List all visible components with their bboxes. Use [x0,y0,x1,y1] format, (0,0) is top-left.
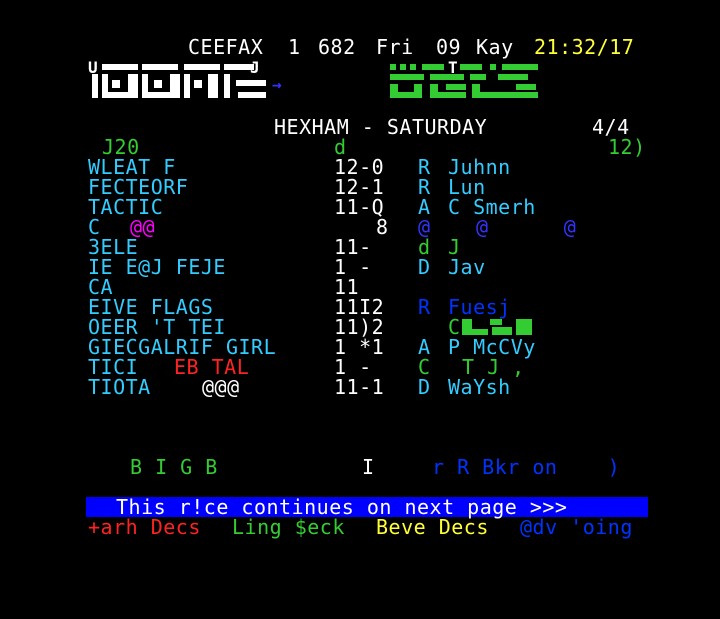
index-mid: I [362,455,375,479]
runner-jockey: Fuesj [448,295,511,319]
runner-code: R [418,155,431,179]
runner-jockey: T J , [462,355,525,379]
runner-name: TICI [88,355,139,379]
runner-row: TACTIC 11-Q A C Smerh [0,197,720,217]
runner-row: C @@ 8 @ @ @ [0,217,720,237]
runner-row: FECTEORF 12-1 R Lun [0,177,720,197]
runner-name: EIVE FLAGS [88,295,214,319]
runner-name: TACTIC [88,195,164,219]
runner-odds: 11 [334,275,360,299]
day: Fri [376,35,414,59]
runner-row: EIVE FLAGS 11I2 R Fuesj [0,297,720,317]
arrow-right-icon: → [272,75,282,94]
fastext-cyan-link[interactable]: @dv 'oing [520,517,633,537]
service-name: CEEFAX [188,35,264,59]
runner-name: WLEAT F [88,155,176,179]
runner-name: CA [88,275,114,299]
runner-row: WLEAT F 12-0 R Juhnn [0,157,720,177]
runner-jockey: J [448,235,461,259]
title-row: HEXHAM - SATURDAY 4/4 [0,117,720,137]
fastext-green-link[interactable]: Ling $eck [232,517,345,537]
runner-name: FECTEORF [88,175,189,199]
continue-banner-text: This r!ce continues on next page >>> [116,495,568,519]
runner-jockey: C [448,315,461,339]
channel-number: 1 [288,35,301,59]
runner-odds: 11-Q [334,195,385,219]
fastext-yellow-link[interactable]: Beve Decs [376,517,489,537]
runner-row: TIOTA @@@ 11-1 D WaYsh [0,377,720,397]
runner-odds: 11I2 [334,295,385,319]
clock: 21:32/17 [534,35,635,59]
page-title: HEXHAM - SATURDAY [274,115,488,139]
month: Kay [476,35,514,59]
runner-row: OEER 'T TEI 11)2 C [0,317,720,337]
page-number: 682 [318,35,356,59]
runner-code: A [418,335,431,359]
runner-code: D [418,255,431,279]
runner-code: d [418,235,431,259]
header-row: CEEFAX 1 682 Fri 09 Kay 21:32/17 [0,37,720,57]
runner-name: GIECGALRIF GIRL [88,335,277,359]
runner-row: 3ELE 11- d J [0,237,720,257]
runner-name: OEER 'T TEI [88,315,226,339]
runner-odds: 1 - [334,255,372,279]
race-runners: 12) [608,135,646,159]
index-right: r R Bkr on ) [432,455,621,479]
runner-jockey: C Smerh [448,195,536,219]
runner-row: IE E@J FEJE 1 - D Jav [0,257,720,277]
race-going: d [334,135,347,159]
runner-row: TICI EB TAL 1 - C T J , [0,357,720,377]
continue-banner[interactable]: This r!ce continues on next page >>> [0,497,720,517]
runner-code: D [418,375,431,399]
runner-name: C [88,215,101,239]
runner-extra: @@@ [202,375,240,399]
sport-blocks-graphic [390,64,538,98]
runner-jockey: @ @ [476,215,577,239]
runner-odds: 11-1 [334,375,385,399]
sport-logo: T [386,58,546,100]
runner-jockey: P McCVy [448,335,536,359]
runner-row: GIECGALRIF GIRL 1 *1 A P McCVy [0,337,720,357]
runner-odds: 1 - [334,355,372,379]
index-left: B I G B [130,455,218,479]
runner-odds: 11- [334,235,372,259]
runner-name: TIOTA [88,375,151,399]
index-row: B I G B I r R Bkr on ) [0,457,720,477]
runner-code: C [418,355,431,379]
runner-odds: 8 [376,215,389,239]
runner-jockey: WaYsh [448,375,511,399]
race-info-row: J20 d 12) [0,137,720,157]
bbc-blocks-graphic [92,64,266,98]
runner-code: @ [418,215,431,239]
runner-jockey: Jav [448,255,486,279]
runner-code: A [418,195,431,219]
runner-code: R [418,295,431,319]
runner-code: R [418,175,431,199]
runner-jockey: Lun [448,175,486,199]
runner-odds: 12-0 [334,155,385,179]
runner-jockey: Juhnn [448,155,511,179]
fastext-row: +arh Decs Ling $eck Beve Decs @dv 'oing [0,517,720,537]
runner-odds: 12-1 [334,175,385,199]
runner-row: CA 11 [0,277,720,297]
runner-extra: @@ [130,215,156,239]
date: 09 [436,35,462,59]
race-time: J20 [102,135,140,159]
bbc-logo: U J [88,58,268,100]
runner-odds: 1 *1 [334,335,385,359]
page-counter: 4/4 [592,115,630,139]
runner-name: IE E@J FEJE [88,255,226,279]
runner-odds: 11)2 [334,315,385,339]
fastext-red-link[interactable]: +arh Decs [88,517,201,537]
mosaic-graphic [462,319,532,335]
runner-extra: EB TAL [174,355,250,379]
runner-name: 3ELE [88,235,139,259]
